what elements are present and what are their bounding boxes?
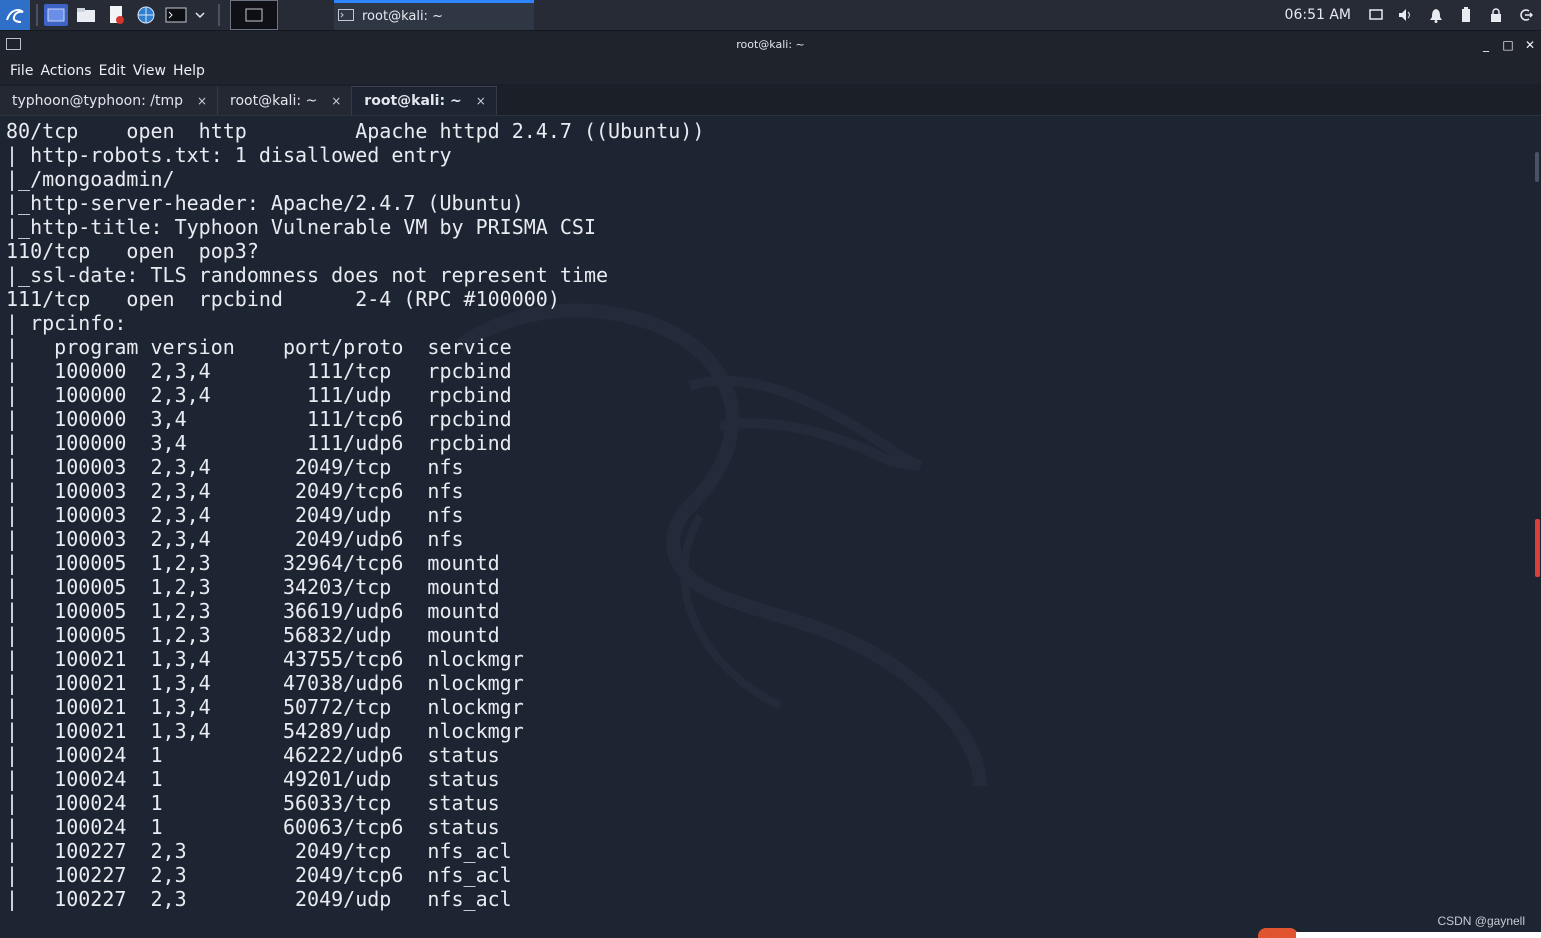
menu-actions[interactable]: Actions (40, 63, 98, 79)
bell-icon[interactable] (1421, 0, 1451, 30)
terminal-line: | 100021 1,3,4 47038/udp6 nlockmgr (6, 671, 524, 695)
file-manager-icon[interactable] (74, 4, 98, 26)
tab-kali-2-active[interactable]: root@kali: ~ × (352, 86, 497, 115)
watermark-text: CSDN @gaynell (1437, 914, 1525, 928)
terminal-line: | 100005 1,2,3 32964/tcp6 mountd (6, 551, 500, 575)
terminal-line: | 100227 2,3 2049/tcp nfs_acl (6, 839, 512, 863)
corner-badge (1258, 928, 1298, 938)
menu-edit[interactable]: Edit (99, 63, 133, 79)
terminal-line: | 100021 1,3,4 50772/tcp nlockmgr (6, 695, 524, 719)
terminal-line: | 100003 2,3,4 2049/tcp nfs (6, 455, 464, 479)
terminal-line: 110/tcp open pop3? (6, 239, 259, 263)
terminal-line: | 100005 1,2,3 56832/udp mountd (6, 623, 500, 647)
terminal-line: | rpcinfo: (6, 311, 127, 335)
volume-icon[interactable] (1391, 0, 1421, 30)
terminal-line: | 100003 2,3,4 2049/udp6 nfs (6, 527, 464, 551)
minimize-button[interactable]: _ (1475, 38, 1497, 52)
terminal-line: | 100000 3,4 111/tcp6 rpcbind (6, 407, 512, 431)
terminal-line: | 100005 1,2,3 34203/tcp mountd (6, 575, 500, 599)
terminal-launcher-icon[interactable] (164, 4, 188, 26)
chevron-down-icon[interactable] (194, 4, 206, 26)
tab-label: root@kali: ~ (364, 93, 462, 109)
terminal-line: 80/tcp open http Apache httpd 2.4.7 ((Ub… (6, 119, 705, 143)
taskbar-window-label: root@kali: ~ (362, 9, 443, 24)
lock-icon[interactable] (1481, 0, 1511, 30)
terminal-line: | 100227 2,3 2049/udp nfs_acl (6, 887, 512, 911)
terminal-line: | 100227 2,3 2049/tcp6 nfs_acl (6, 863, 512, 887)
menu-file[interactable]: File (0, 63, 40, 79)
window-controls: _ □ ✕ (1475, 31, 1541, 58)
text-editor-icon[interactable] (104, 4, 128, 26)
terminal-line: | 100000 3,4 111/udp6 rpcbind (6, 431, 512, 455)
terminal-line: | 100003 2,3,4 2049/tcp6 nfs (6, 479, 464, 503)
workspace-icon[interactable] (44, 4, 68, 26)
top-panel: root@kali: ~ 06:51 AM (0, 0, 1541, 31)
battery-icon[interactable] (1451, 0, 1481, 30)
terminal-line: | 100024 1 60063/tcp6 status (6, 815, 500, 839)
kali-dragon-icon[interactable] (0, 0, 30, 30)
terminal-line: | 100024 1 49201/udp status (6, 767, 500, 791)
logout-icon[interactable] (1511, 0, 1541, 30)
terminal-line: | http-robots.txt: 1 disallowed entry (6, 143, 452, 167)
terminal-line: |_http-server-header: Apache/2.4.7 (Ubun… (6, 191, 524, 215)
terminal-line: | program version port/proto service (6, 335, 512, 359)
terminal-line: | 100021 1,3,4 43755/tcp6 nlockmgr (6, 647, 524, 671)
tab-kali-1[interactable]: root@kali: ~ × (218, 86, 353, 115)
terminal-output[interactable]: 80/tcp open http Apache httpd 2.4.7 ((Ub… (0, 116, 1541, 938)
terminal-line: | 100024 1 56033/tcp status (6, 791, 500, 815)
terminal-line: | 100000 2,3,4 111/udp rpcbind (6, 383, 512, 407)
tab-close-icon[interactable]: × (197, 94, 207, 108)
terminal-line: | 100021 1,3,4 54289/udp nlockmgr (6, 719, 524, 743)
window-titlebar[interactable]: root@kali: ~ _ □ ✕ (0, 31, 1541, 58)
tab-close-icon[interactable]: × (476, 94, 486, 108)
tab-bar: typhoon@typhoon: /tmp × root@kali: ~ × r… (0, 84, 1541, 116)
desktop: root@kali: ~ 06:51 AM root@kali: ~ _ □ ✕… (0, 0, 1541, 938)
workspace-thumbnail[interactable] (230, 0, 278, 30)
terminal-line: |_/mongoadmin/ (6, 167, 175, 191)
tab-typhoon[interactable]: typhoon@typhoon: /tmp × (0, 86, 219, 115)
system-tray: 06:51 AM (1285, 0, 1541, 30)
close-button[interactable]: ✕ (1519, 38, 1541, 52)
terminal-line: | 100005 1,2,3 36619/udp6 mountd (6, 599, 500, 623)
corner-bar (1296, 932, 1541, 938)
terminal-text: 80/tcp open http Apache httpd 2.4.7 ((Ub… (6, 119, 704, 911)
terminal-line: |_http-title: Typhoon Vulnerable VM by P… (6, 215, 597, 239)
terminal-line: | 100024 1 46222/udp6 status (6, 743, 500, 767)
clock[interactable]: 06:51 AM (1285, 7, 1351, 23)
terminal-line: | 100003 2,3,4 2049/udp nfs (6, 503, 464, 527)
terminal-line: 111/tcp open rpcbind 2-4 (RPC #100000) (6, 287, 560, 311)
menu-view[interactable]: View (133, 63, 173, 79)
display-icon[interactable] (1361, 0, 1391, 30)
scrollbar-thumb[interactable] (1535, 152, 1539, 182)
scrollbar-marker[interactable] (1535, 519, 1540, 577)
tab-label: root@kali: ~ (230, 92, 318, 109)
terminal-line: | 100000 2,3,4 111/tcp rpcbind (6, 359, 512, 383)
browser-icon[interactable] (134, 4, 158, 26)
taskbar-window-button[interactable]: root@kali: ~ (334, 0, 534, 30)
window-title: root@kali: ~ (736, 38, 805, 51)
terminal-icon (338, 8, 354, 25)
panel-separator (218, 4, 220, 26)
tab-label: typhoon@typhoon: /tmp (12, 92, 183, 109)
menu-bar: File Actions Edit View Help (0, 58, 1541, 83)
menu-help[interactable]: Help (173, 63, 212, 79)
terminal-icon (6, 38, 21, 50)
tab-close-icon[interactable]: × (331, 94, 341, 108)
terminal-line: |_ssl-date: TLS randomness does not repr… (6, 263, 609, 287)
maximize-button[interactable]: □ (1497, 38, 1519, 52)
panel-separator (36, 4, 38, 26)
